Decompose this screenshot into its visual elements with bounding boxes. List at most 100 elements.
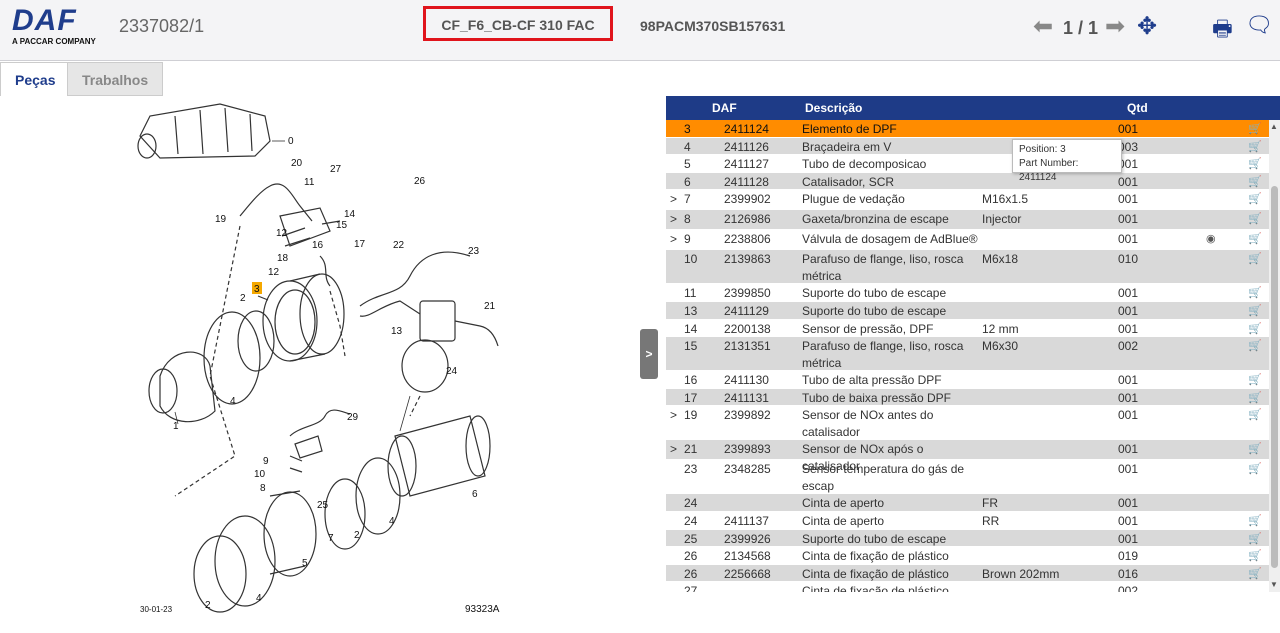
row-description: Tubo de baixa pressão DPF [802, 390, 951, 405]
row-part-number: 2411128 [724, 174, 769, 189]
table-row[interactable]: 24 Cinta de aperto FR 001 [666, 494, 1269, 512]
cart-icon[interactable]: 🛒 [1248, 303, 1262, 320]
cart-icon[interactable]: 🛒 [1248, 211, 1262, 228]
table-row[interactable]: 3 2411124 Elemento de DPF 001 🛒 [666, 120, 1269, 138]
logo-subtitle: A PACCAR COMPANY [12, 37, 96, 46]
tab-pecas[interactable]: Peças [0, 62, 71, 96]
cart-icon[interactable]: 🛒 [1248, 513, 1262, 530]
row-description: Cinta de fixação de plástico [802, 566, 949, 581]
collapse-panel-button[interactable]: > [640, 329, 658, 379]
diagram-svg: 0 1 2 2 2 3 4 4 4 5 6 7 8 9 10 11 12 12 … [137, 103, 500, 615]
move-icon[interactable]: ✥ [1137, 14, 1157, 40]
table-row[interactable]: 14 2200138 Sensor de pressão, DPF 12 mm 001 🛒 [666, 320, 1269, 338]
row-part-number: 2139863 [724, 252, 771, 267]
arrow-right-icon[interactable]: ➡ [1105, 14, 1125, 40]
row-quantity: 001 [1118, 496, 1139, 511]
table-row[interactable]: 17 2411131 Tubo de baixa pressão DPF 001 🛒 [666, 388, 1269, 407]
table-row[interactable]: >8 2126986 Gaxeta/bronzina de escape Inject… [666, 210, 1269, 231]
table-row[interactable]: 11 2399850 Suporte do tubo de escape 001 🛒 [666, 284, 1269, 302]
callout-25: 25 [317, 500, 329, 511]
row-quantity: 001 [1118, 232, 1139, 247]
cart-icon[interactable]: 🛒 [1248, 174, 1262, 191]
cart-icon[interactable]: 🛒 [1248, 231, 1262, 248]
expand-chevron-icon[interactable]: > [670, 211, 677, 228]
expand-chevron-icon[interactable]: > [670, 191, 677, 208]
eye-icon[interactable]: ◉ [1206, 231, 1216, 248]
table-row[interactable]: 6 2411128 Catalisador, SCR 001 🛒 [666, 172, 1269, 191]
row-quantity: 001 [1118, 303, 1139, 318]
row-position: 24 [684, 513, 698, 528]
table-scrollbar[interactable]: ▲ ▼ [1269, 120, 1280, 592]
row-position: 13 [684, 303, 698, 318]
cart-icon[interactable]: 🛒 [1248, 251, 1262, 268]
cart-icon[interactable]: 🛒 [1248, 191, 1262, 208]
cart-icon[interactable]: 🛒 [1248, 461, 1262, 478]
row-quantity: 001 [1118, 122, 1139, 136]
row-description: Catalisador, SCR [802, 174, 895, 189]
cart-icon[interactable]: 🛒 [1248, 285, 1262, 302]
callout-4b: 4 [389, 516, 395, 527]
table-row[interactable]: 13 2411129 Suporte do tubo de escape 001 🛒 [666, 301, 1269, 320]
row-specification: 12 mm [982, 321, 1019, 336]
row-part-number: 2348285 [724, 462, 771, 477]
cart-icon[interactable]: 🛒 [1248, 121, 1262, 138]
chat-icon[interactable]: 🗨 [1245, 12, 1273, 38]
cart-icon[interactable]: 🛒 [1248, 156, 1262, 173]
table-row[interactable]: 26 2134568 Cinta de fixação de plástico 019… [666, 547, 1269, 565]
row-quantity: 001 [1118, 390, 1139, 405]
row-part-number: 2200138 [724, 321, 771, 336]
tooltip-position: Position: 3 [1019, 144, 1066, 155]
scroll-up-icon[interactable]: ▲ [1270, 122, 1278, 131]
row-description: Braçadeira em V [802, 139, 892, 154]
row-position: 4 [684, 139, 691, 154]
row-quantity: 001 [1118, 513, 1139, 528]
cart-icon[interactable]: 🛒 [1248, 407, 1262, 424]
row-position: 9 [684, 232, 691, 247]
row-part-number: 2411124 [724, 122, 769, 136]
table-row[interactable]: 23 2348285 Sensor temperatura do gás de es… [666, 460, 1269, 495]
arrow-left-icon[interactable]: ⬅ [1033, 14, 1053, 40]
cart-icon[interactable]: 🛒 [1248, 441, 1262, 458]
row-quantity: 002 [1118, 339, 1139, 354]
row-quantity: 019 [1118, 549, 1139, 564]
table-row[interactable]: >21 2399893 Sensor de NOx após o catalisad… [666, 440, 1269, 473]
scrollbar-thumb[interactable] [1271, 186, 1278, 568]
tooltip-part-number: Part Number: 2411124 [1019, 158, 1079, 183]
row-description: Sensor de pressão, DPF [802, 321, 934, 336]
expand-chevron-icon[interactable]: > [670, 407, 677, 424]
callout-20: 20 [291, 158, 303, 169]
expand-chevron-icon[interactable]: > [670, 231, 677, 248]
table-row[interactable]: 16 2411130 Tubo de alta pressão DPF 001 🛒 [666, 371, 1269, 389]
cart-icon[interactable]: 🛒 [1248, 372, 1262, 389]
table-row[interactable]: >9 2238806 Válvula de dosagem de AdBlue® 00… [666, 230, 1269, 251]
cart-icon[interactable]: 🛒 [1248, 390, 1262, 407]
table-row[interactable]: 27 Cinta de fixação de plástico 002 [666, 582, 1269, 592]
table-row[interactable]: 4 2411126 Braçadeira em V 003 🛒 [666, 137, 1269, 156]
table-row[interactable]: 10 2139863 Parafuso de flange, liso, rosca… [666, 250, 1269, 285]
row-specification: M6x30 [982, 339, 1019, 354]
callout-3: 3 [254, 284, 260, 295]
table-row[interactable]: >7 2399902 Plugue de vedação M16x1.5 001 🛒 [666, 190, 1269, 211]
row-position: 17 [684, 390, 698, 405]
cart-icon[interactable]: 🛒 [1248, 566, 1262, 583]
callout-24: 24 [446, 366, 458, 377]
table-row[interactable]: >19 2399892 Sensor de NOx antes do catalis… [666, 406, 1269, 441]
model-highlight-box: CF_F6_CB-CF 310 FAC [423, 6, 613, 41]
tab-trabalhos[interactable]: Trabalhos [67, 62, 164, 96]
table-row[interactable]: 24 2411137 Cinta de aperto RR 001 🛒 [666, 512, 1269, 530]
cart-icon[interactable]: 🛒 [1248, 321, 1262, 338]
table-row[interactable]: 26 2256668 Cinta de fixação de plástico Bro… [666, 564, 1269, 583]
callout-23: 23 [468, 246, 480, 257]
cart-icon[interactable]: 🛒 [1248, 139, 1262, 156]
cart-icon[interactable]: 🛒 [1248, 548, 1262, 565]
row-quantity: 001 [1118, 462, 1139, 477]
table-row[interactable]: 15 2131351 Parafuso de flange, liso, rosca… [666, 337, 1269, 372]
expand-chevron-icon[interactable]: > [670, 441, 677, 458]
row-part-number: 2131351 [724, 339, 771, 354]
table-row[interactable]: 25 2399926 Suporte do tubo de escape 001 🛒 [666, 529, 1269, 548]
table-row[interactable]: 5 2411127 Tubo de decomposicao 001 🛒 [666, 155, 1269, 173]
scroll-down-icon[interactable]: ▼ [1270, 580, 1278, 589]
cart-icon[interactable]: 🛒 [1248, 338, 1262, 355]
cart-icon[interactable]: 🛒 [1248, 531, 1262, 548]
print-icon[interactable]: 🖶 [1212, 12, 1233, 50]
